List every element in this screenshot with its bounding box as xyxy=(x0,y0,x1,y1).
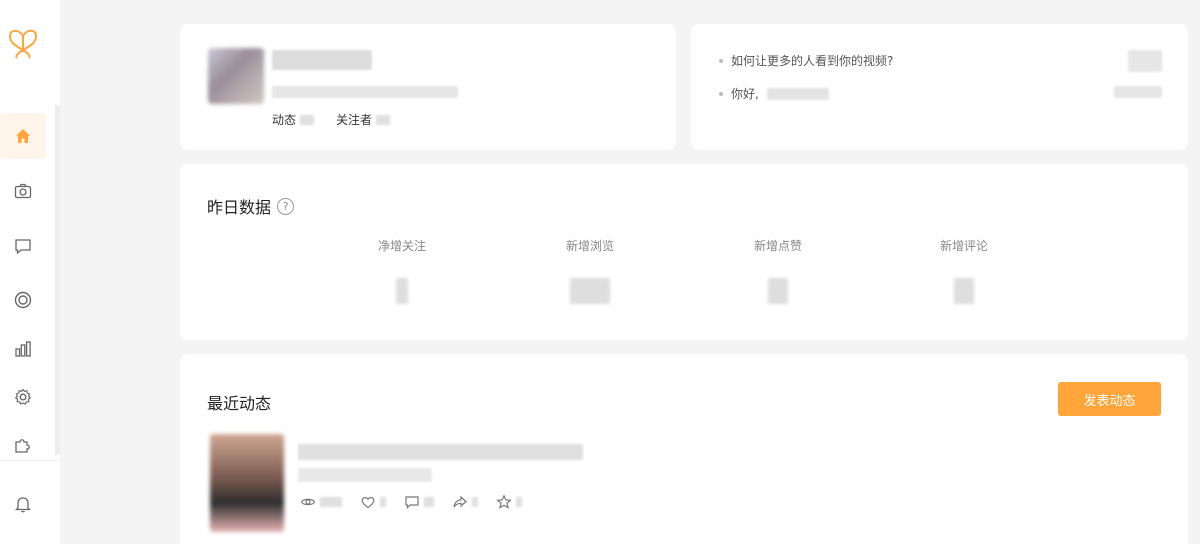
tip-date-blurred xyxy=(1114,86,1162,98)
sidebar-item-target[interactable] xyxy=(0,277,46,323)
recent-title: 最近动态 xyxy=(207,394,272,413)
posts-label: 动态 xyxy=(272,113,297,127)
posts-count[interactable]: 动态 xyxy=(272,111,315,128)
stat-label: 新增浏览 xyxy=(565,239,614,253)
followers-value-blurred xyxy=(376,114,391,125)
followers-label: 关注者 xyxy=(336,113,373,127)
bullet-dot xyxy=(719,91,723,96)
post-views xyxy=(300,494,342,510)
star-icon xyxy=(496,494,512,509)
stat-new-comments: 新增评论 xyxy=(919,237,1009,304)
post-thumbnail[interactable] xyxy=(210,434,284,532)
heart-icon xyxy=(361,496,375,509)
stat-value-blurred xyxy=(768,278,788,304)
stats-title: 昨日数据 ? xyxy=(207,194,295,218)
tips-card: 如何让更多的人看到你的视频? 你好, xyxy=(691,24,1188,150)
yesterday-stats-card: 昨日数据 ? 净增关注 新增浏览 新增点赞 新增评论 xyxy=(180,164,1188,340)
notifications-button[interactable] xyxy=(0,481,46,527)
recent-posts-card: 最近动态 发表动态 xyxy=(180,354,1188,544)
comment-icon xyxy=(15,239,31,255)
post-actions xyxy=(300,494,522,510)
profile-bio-blurred xyxy=(272,86,458,98)
share-icon xyxy=(453,495,467,508)
sidebar xyxy=(0,0,60,544)
stat-net-follows: 净增关注 xyxy=(357,237,447,304)
post-subtitle-blurred xyxy=(298,468,432,482)
stat-value-blurred xyxy=(954,278,974,304)
stat-label: 新增评论 xyxy=(939,239,988,253)
tip-item[interactable]: 如何让更多的人看到你的视频? xyxy=(719,52,893,69)
post-like-button[interactable] xyxy=(360,494,386,510)
tip-text: 如何让更多的人看到你的视频? xyxy=(731,54,894,68)
butterfly-logo-icon[interactable] xyxy=(6,26,40,60)
sidebar-bottom xyxy=(0,460,60,544)
stat-value-blurred xyxy=(396,278,408,304)
tip-text: 你好, xyxy=(731,87,759,101)
tip-name-blurred xyxy=(766,87,829,100)
stat-label: 净增关注 xyxy=(377,239,426,253)
likes-value-blurred xyxy=(380,497,386,507)
stat-value-blurred xyxy=(570,278,610,304)
views-value-blurred xyxy=(320,497,342,507)
avatar[interactable] xyxy=(208,48,264,104)
eye-icon xyxy=(300,498,316,506)
publish-post-button[interactable]: 发表动态 xyxy=(1058,382,1161,416)
puzzle-icon xyxy=(15,439,30,453)
target-icon xyxy=(14,291,32,309)
bullet-dot xyxy=(719,58,723,63)
help-icon[interactable]: ? xyxy=(277,197,295,215)
profile-meta: 动态 关注者 xyxy=(272,111,391,128)
sidebar-item-settings[interactable] xyxy=(0,374,46,420)
stat-new-views: 新增浏览 xyxy=(545,237,635,304)
sidebar-item-comments[interactable] xyxy=(0,223,46,269)
stats-title-text: 昨日数据 xyxy=(207,198,272,217)
sidebar-item-analytics[interactable] xyxy=(0,326,46,372)
post-title-blurred[interactable] xyxy=(298,444,583,460)
gear-icon xyxy=(14,388,32,405)
shares-value-blurred xyxy=(472,497,478,507)
sidebar-item-home[interactable] xyxy=(0,113,46,159)
posts-value-blurred xyxy=(300,114,315,125)
comments-value-blurred xyxy=(424,497,434,507)
tip-meta-blurred xyxy=(1128,50,1162,72)
bell-icon xyxy=(14,497,32,513)
sidebar-scrollbar[interactable] xyxy=(55,105,60,455)
profile-username-blurred xyxy=(272,50,372,70)
profile-card: 动态 关注者 xyxy=(180,24,676,150)
post-favorite-button[interactable] xyxy=(496,494,522,510)
tip-item[interactable]: 你好, xyxy=(719,85,829,102)
followers-count[interactable]: 关注者 xyxy=(336,111,391,128)
camera-icon xyxy=(14,183,32,199)
post-comment-button[interactable] xyxy=(404,494,434,510)
favorites-value-blurred xyxy=(516,497,522,507)
sidebar-item-camera[interactable] xyxy=(0,168,46,214)
stat-label: 新增点赞 xyxy=(753,239,802,253)
post-share-button[interactable] xyxy=(452,494,478,510)
bar-chart-icon xyxy=(15,341,31,357)
home-icon xyxy=(16,129,30,143)
stat-new-likes: 新增点赞 xyxy=(733,237,823,304)
comment-icon xyxy=(405,496,419,509)
